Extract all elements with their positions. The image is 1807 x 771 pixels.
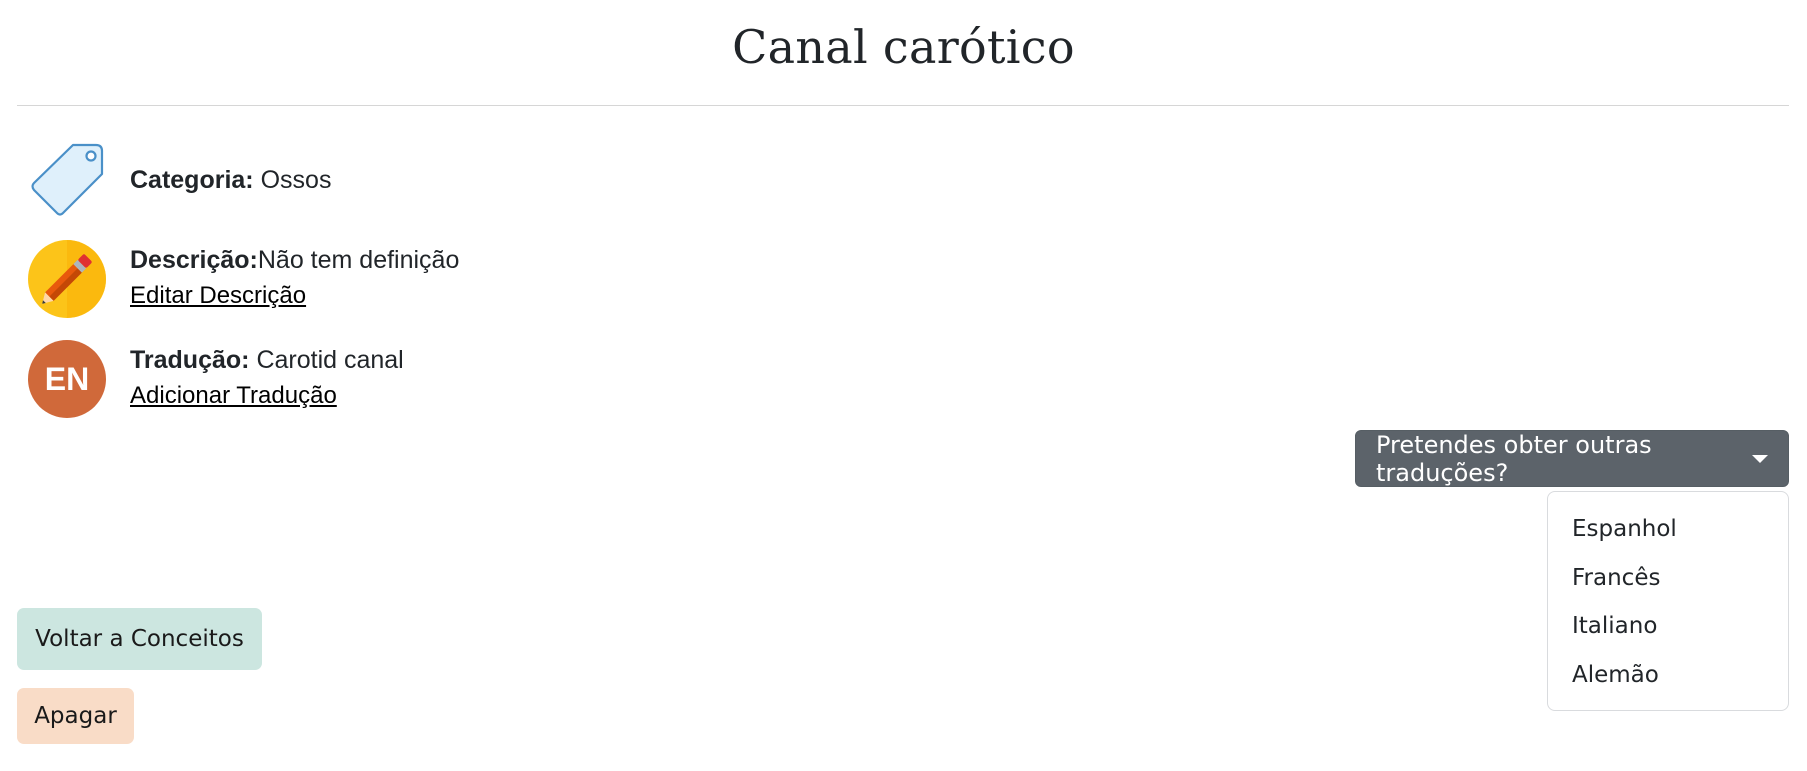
title-divider xyxy=(17,105,1789,106)
dropdown-item-italiano[interactable]: Italiano xyxy=(1548,602,1788,651)
language-badge-icon: EN xyxy=(28,340,106,418)
translation-row: EN Tradução: Carotid canal Adicionar Tra… xyxy=(28,340,404,418)
pencil-icon xyxy=(28,240,106,318)
dropdown-label: Pretendes obter outras traduções? xyxy=(1376,430,1652,487)
category-label: Categoria: xyxy=(130,166,254,194)
caret-down-icon xyxy=(1752,454,1768,463)
add-translation-link[interactable]: Adicionar Tradução xyxy=(130,380,404,412)
translation-label: Tradução: xyxy=(130,346,250,374)
dropdown-item-frances[interactable]: Francês xyxy=(1548,554,1788,603)
edit-description-link[interactable]: Editar Descrição xyxy=(130,280,459,312)
description-row: Descrição:Não tem definição Editar Descr… xyxy=(28,240,459,318)
category-row: Categoria: Ossos xyxy=(28,141,331,219)
translations-dropdown-menu: Espanhol Francês Italiano Alemão xyxy=(1547,491,1789,711)
description-label: Descrição: xyxy=(130,246,258,274)
translation-value: Carotid canal xyxy=(256,346,404,374)
dropdown-item-alemao[interactable]: Alemão xyxy=(1548,651,1788,700)
other-translations-dropdown-button[interactable]: Pretendes obter outras traduções? xyxy=(1355,430,1789,487)
tag-icon xyxy=(28,141,106,219)
dropdown-item-espanhol[interactable]: Espanhol xyxy=(1548,505,1788,554)
category-value: Ossos xyxy=(260,166,332,194)
delete-button[interactable]: Apagar xyxy=(17,688,134,744)
back-to-concepts-button[interactable]: Voltar a Conceitos xyxy=(17,608,262,670)
language-badge-text: EN xyxy=(45,361,89,397)
description-value: Não tem definição xyxy=(257,246,460,274)
page-title: Canal carótico xyxy=(732,20,1075,74)
